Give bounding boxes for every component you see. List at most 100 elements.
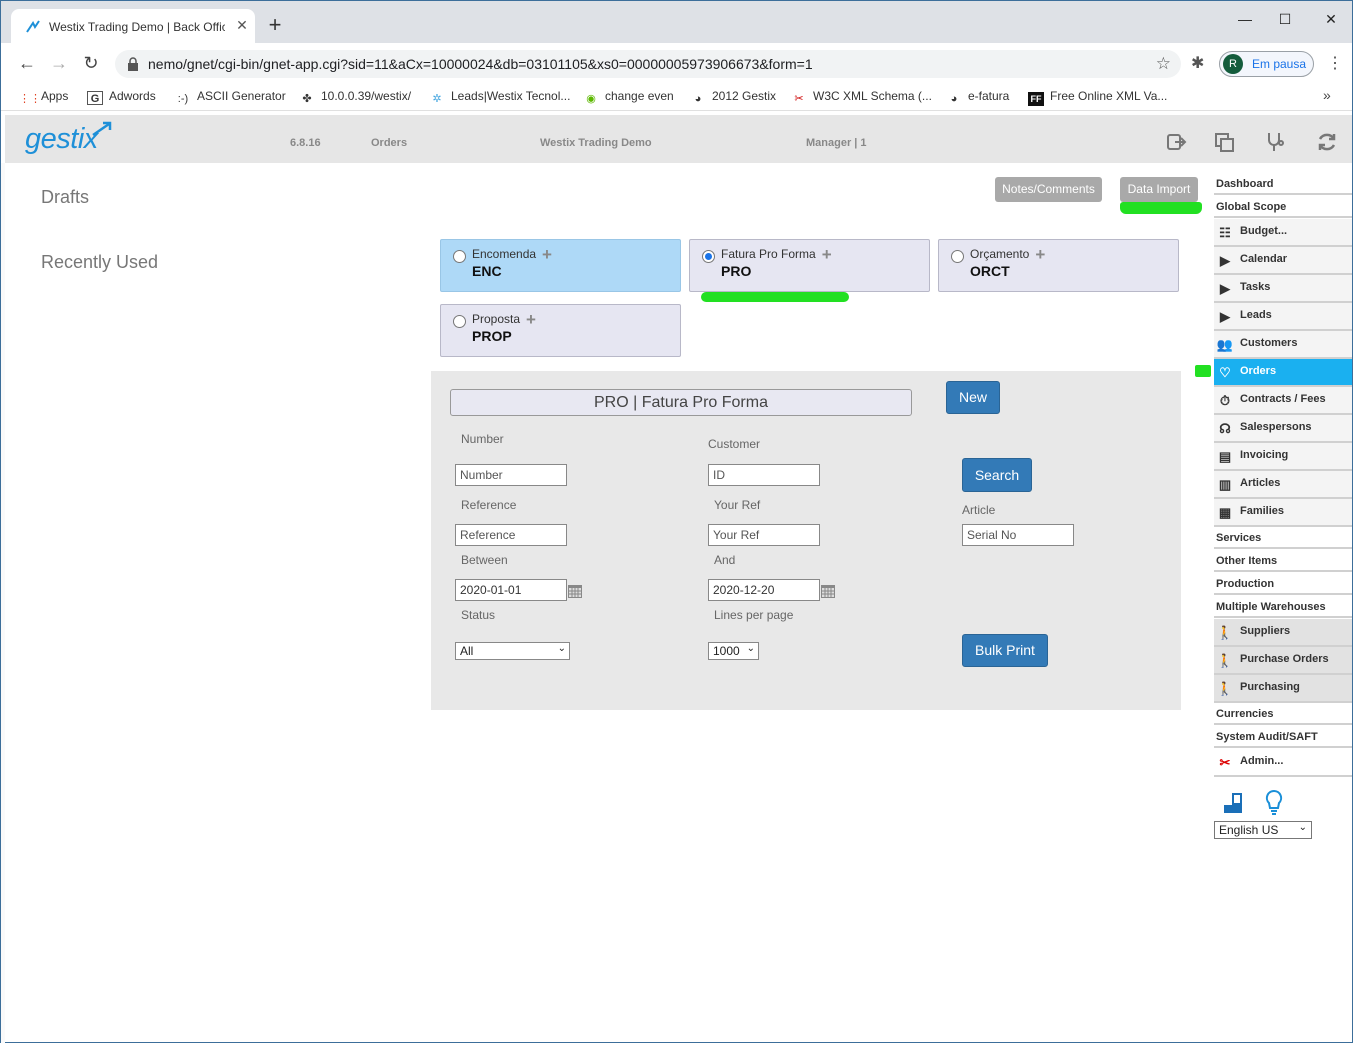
sidebar-item-other-items[interactable]: Other Items bbox=[1214, 552, 1352, 572]
bookmark-item[interactable]: ◉ change even bbox=[583, 89, 674, 105]
data-import-button[interactable]: Data Import bbox=[1120, 177, 1198, 202]
sparkle-icon: ✲ bbox=[432, 93, 442, 105]
sidebar-item-currencies[interactable]: Currencies bbox=[1214, 705, 1352, 725]
forward-icon[interactable]: → bbox=[47, 51, 71, 75]
sidebar-item-multiple-warehouses[interactable]: Multiple Warehouses bbox=[1214, 598, 1352, 618]
profile-button[interactable]: R Em pausa bbox=[1219, 51, 1314, 77]
search-button[interactable]: Search bbox=[962, 458, 1032, 492]
bookmark-item[interactable]: ✲ Leads|Westix Tecnol... bbox=[429, 89, 570, 105]
logout-icon[interactable] bbox=[1165, 131, 1187, 153]
walker-icon: 🚶 bbox=[1216, 653, 1234, 668]
sidebar-item-invoicing[interactable]: ▤ Invoicing bbox=[1214, 443, 1352, 471]
recently-used-heading[interactable]: Recently Used bbox=[41, 252, 158, 273]
sidebar-item-orders[interactable]: ♡ Orders bbox=[1214, 359, 1352, 387]
doctype-radio[interactable] bbox=[453, 315, 466, 328]
sidebar-item-contracts-fees[interactable]: ⏱ Contracts / Fees bbox=[1214, 387, 1352, 415]
sidebar-item-suppliers[interactable]: 🚶 Suppliers bbox=[1214, 619, 1352, 647]
sidebar-item-articles[interactable]: ▥ Articles bbox=[1214, 471, 1352, 499]
sidebar-item-salespersons[interactable]: ☊ Salespersons bbox=[1214, 415, 1352, 443]
sidebar-item-production[interactable]: Production bbox=[1214, 575, 1352, 595]
sidebar-item-families[interactable]: ▦ Families bbox=[1214, 499, 1352, 527]
sidebar-item-customers[interactable]: 👥 Customers bbox=[1214, 331, 1352, 359]
doctype-encomenda[interactable]: Encomenda + ENC bbox=[440, 239, 681, 292]
lightbulb-icon[interactable] bbox=[1264, 789, 1284, 815]
walker-icon: 🚶 bbox=[1216, 625, 1234, 640]
sidebar-item-admin[interactable]: ✂ Admin... bbox=[1214, 749, 1352, 777]
address-bar[interactable]: nemo/gnet/cgi-bin/gnet-app.cgi?sid=11&aC… bbox=[115, 50, 1181, 78]
status-select[interactable]: All ⌄ bbox=[455, 642, 570, 660]
calendar-icon[interactable] bbox=[820, 583, 836, 599]
bookmark-star-icon[interactable]: ☆ bbox=[1156, 54, 1171, 74]
number-input[interactable] bbox=[455, 464, 567, 486]
bulk-print-button[interactable]: Bulk Print bbox=[962, 634, 1048, 667]
sidebar-item-system-audit[interactable]: System Audit/SAFT bbox=[1214, 728, 1352, 748]
add-plus-icon[interactable]: + bbox=[1035, 246, 1045, 263]
customer-id-input[interactable] bbox=[708, 464, 820, 486]
doctype-radio[interactable] bbox=[453, 250, 466, 263]
drafts-heading[interactable]: Drafts bbox=[41, 187, 89, 208]
reference-input[interactable] bbox=[455, 524, 567, 546]
sidebar-item-label: Salespersons bbox=[1240, 421, 1312, 433]
language-select[interactable]: English US ⌄ bbox=[1214, 821, 1312, 839]
lines-per-page-select[interactable]: 1000 ⌄ bbox=[708, 642, 759, 660]
doctype-name: Fatura Pro Forma bbox=[721, 247, 816, 261]
bookmarks-more-icon[interactable]: » bbox=[1323, 87, 1331, 103]
ascii-icon: :-) bbox=[177, 93, 189, 105]
doctype-radio[interactable] bbox=[951, 250, 964, 263]
bookmark-item[interactable]: G Adwords bbox=[87, 89, 156, 105]
menu-kebab-icon[interactable]: ⋮ bbox=[1327, 53, 1343, 73]
serial-no-input[interactable] bbox=[962, 524, 1074, 546]
yourref-input[interactable] bbox=[708, 524, 820, 546]
reference-label: Reference bbox=[461, 498, 517, 512]
bookmark-item[interactable]: :-) ASCII Generator bbox=[175, 89, 286, 105]
sidebar-item-global-scope[interactable]: Global Scope bbox=[1214, 198, 1352, 218]
browser-tab[interactable]: Westix Trading Demo | Back Offic ✕ bbox=[11, 9, 255, 43]
doctype-proposta[interactable]: Proposta + PROP bbox=[440, 304, 681, 357]
add-plus-icon[interactable]: + bbox=[542, 246, 552, 263]
gestix-logo[interactable]: gestix bbox=[25, 123, 98, 156]
desk-icon[interactable] bbox=[1222, 791, 1246, 815]
date-to-input[interactable] bbox=[708, 579, 820, 601]
reload-icon[interactable]: ↻ bbox=[79, 51, 103, 75]
doctype-fatura-pro-forma[interactable]: Fatura Pro Forma + PRO bbox=[689, 239, 930, 292]
date-from-input[interactable] bbox=[455, 579, 567, 601]
sidebar-item-purchase-orders[interactable]: 🚶 Purchase Orders bbox=[1214, 647, 1352, 675]
bookmark-item[interactable]: FF Free Online XML Va... bbox=[1028, 89, 1167, 106]
back-icon[interactable]: ← bbox=[15, 51, 39, 75]
stethoscope-icon[interactable] bbox=[1264, 131, 1286, 153]
sidebar-item-calendar[interactable]: ▶ Calendar bbox=[1214, 247, 1352, 275]
extensions-puzzle-icon[interactable]: ✱ bbox=[1191, 53, 1211, 73]
sidebar-item-services[interactable]: Services bbox=[1214, 529, 1352, 549]
highlight-mark bbox=[1120, 202, 1202, 214]
refresh-icon[interactable] bbox=[1316, 131, 1338, 153]
doctype-code: ORCT bbox=[970, 263, 1010, 279]
tab-bar: Westix Trading Demo | Back Offic ✕ + — ☐… bbox=[1, 1, 1352, 43]
bookmark-item[interactable]: ✂ W3C XML Schema (... bbox=[791, 89, 932, 105]
window-close-icon[interactable]: ✕ bbox=[1311, 7, 1351, 31]
calendar-icon[interactable] bbox=[567, 583, 583, 599]
new-tab-icon[interactable]: + bbox=[263, 14, 287, 38]
sidebar-item-budget[interactable]: ☷ Budget... bbox=[1214, 219, 1352, 247]
sidebar-item-dashboard[interactable]: Dashboard bbox=[1214, 175, 1352, 195]
bookmark-item[interactable]: ◕ e-fatura bbox=[946, 89, 1010, 105]
doctype-orcamento[interactable]: Orçamento + ORCT bbox=[938, 239, 1179, 292]
sidebar-item-purchasing[interactable]: 🚶 Purchasing bbox=[1214, 675, 1352, 703]
minimize-icon[interactable]: — bbox=[1225, 7, 1265, 31]
windows-icon[interactable] bbox=[1213, 131, 1235, 153]
language-value: English US bbox=[1219, 823, 1279, 837]
bookmark-item[interactable]: ◕ 2012 Gestix bbox=[690, 89, 776, 105]
play-icon: ▶ bbox=[1220, 309, 1230, 324]
bookmark-item[interactable]: ✤ 10.0.0.39/westix/ bbox=[299, 89, 411, 105]
notes-comments-button[interactable]: Notes/Comments bbox=[995, 177, 1102, 202]
sidebar-item-tasks[interactable]: ▶ Tasks bbox=[1214, 275, 1352, 303]
bookmark-item[interactable]: ⋮⋮Apps bbox=[19, 89, 68, 105]
new-button[interactable]: New bbox=[946, 381, 1000, 414]
add-plus-icon[interactable]: + bbox=[526, 311, 536, 328]
add-plus-icon[interactable]: + bbox=[822, 246, 832, 263]
sidebar-item-leads[interactable]: ▶ Leads bbox=[1214, 303, 1352, 331]
tab-close-icon[interactable]: ✕ bbox=[233, 16, 251, 34]
maximize-icon[interactable]: ☐ bbox=[1265, 7, 1305, 31]
globe-icon: ◕ bbox=[694, 93, 702, 105]
doctype-radio[interactable] bbox=[702, 250, 715, 263]
globe-icon: ◕ bbox=[950, 93, 958, 105]
